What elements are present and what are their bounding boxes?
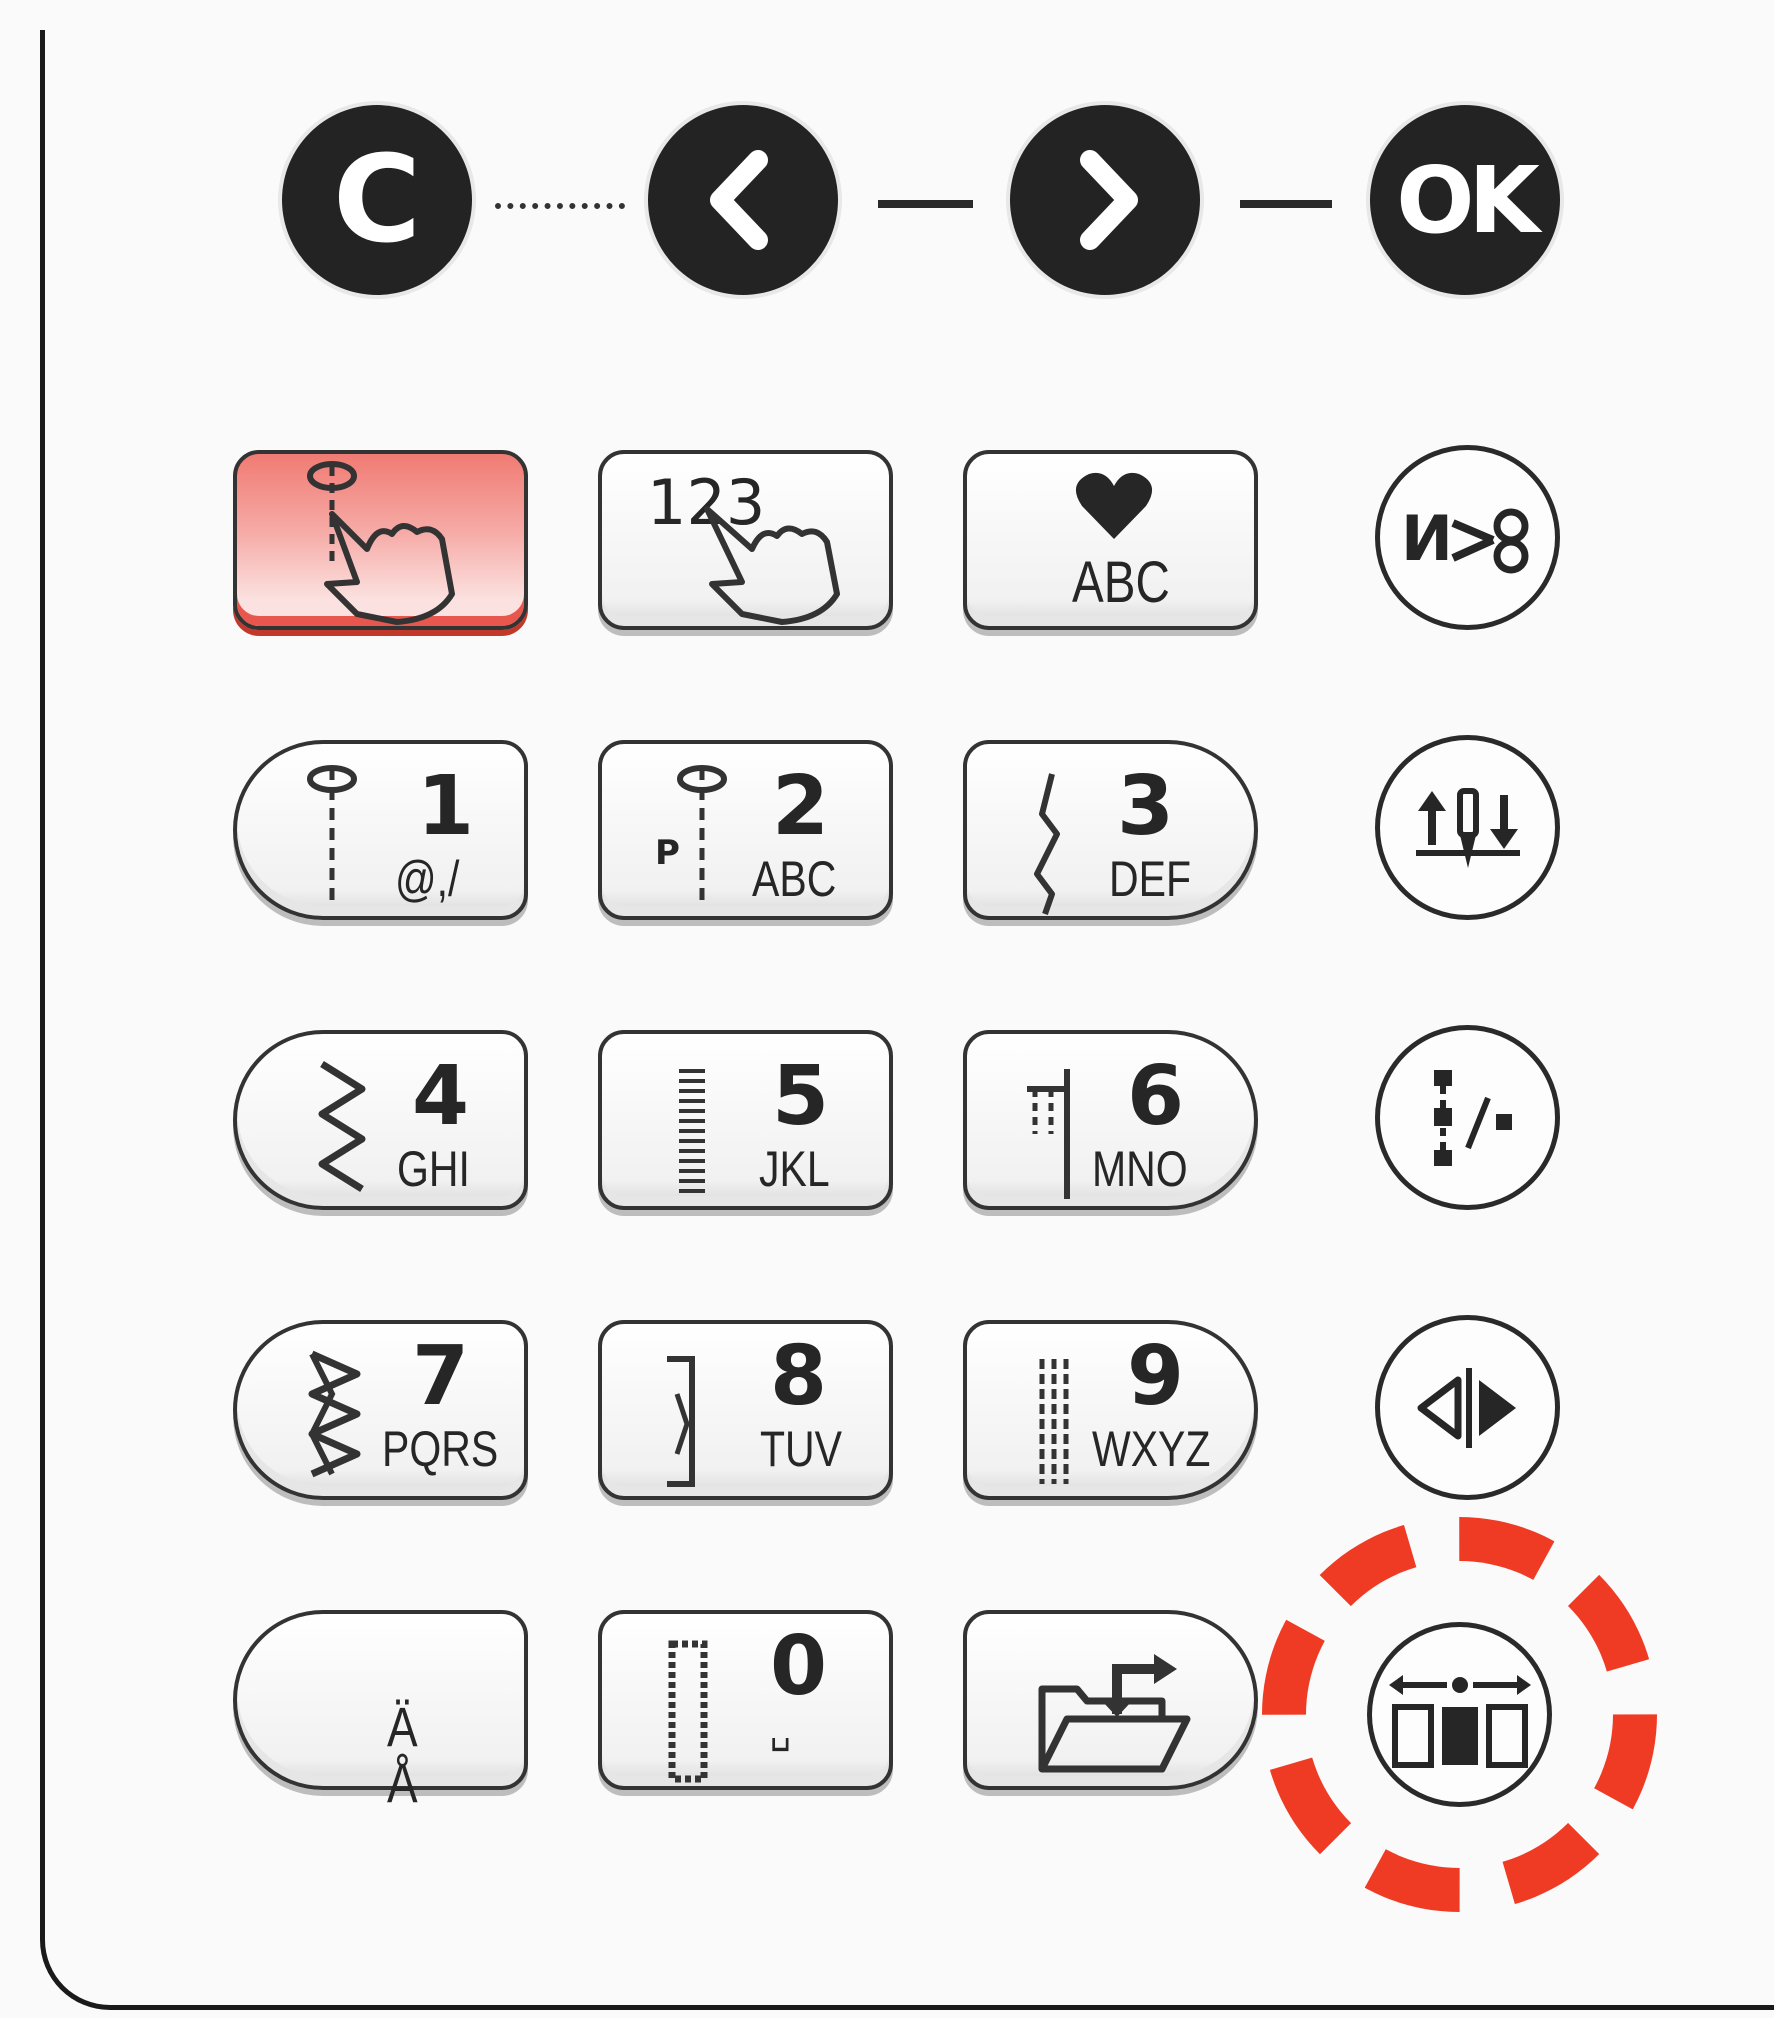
dotted-connector [495, 203, 625, 209]
key-letters: DEF [1109, 851, 1191, 907]
key-letters: TUV [760, 1421, 842, 1477]
dash-connector [1240, 200, 1332, 208]
tie-off-icon [1433, 1069, 1512, 1166]
previous-button[interactable] [648, 105, 838, 295]
clear-button[interactable]: C [282, 105, 472, 295]
key-7[interactable]: 7 PQRS [233, 1320, 528, 1500]
mirror-side-to-side-icon [1417, 1367, 1516, 1448]
hand-pointer-stitch-icon [307, 461, 455, 625]
svg-text:P: P [655, 833, 680, 873]
key-letters: ABC [752, 851, 837, 907]
key-3[interactable]: 3 DEF [963, 740, 1258, 920]
key-5[interactable]: 5 JKL [598, 1030, 893, 1210]
svg-text:И: И [1401, 502, 1453, 575]
stretch-stitch-icon [1034, 773, 1060, 915]
alphabet-button[interactable]: ABC [963, 450, 1258, 630]
key-digit: 8 [770, 1329, 828, 1424]
key-digit: 1 [417, 759, 475, 854]
quilt-stitch-icon [667, 1356, 695, 1487]
thread-cutter-button[interactable]: И [1375, 445, 1560, 630]
hand-pointer-icon [704, 506, 840, 625]
mirror-button[interactable] [1375, 1315, 1560, 1500]
key-letters: JKL [759, 1141, 830, 1197]
key-digit: 2 [772, 759, 830, 854]
zigzag-stitch-icon [318, 1061, 366, 1192]
chevron-right-icon [1080, 150, 1138, 250]
tie-off-button[interactable] [1375, 1025, 1560, 1210]
needle-up-down-icon [1415, 787, 1520, 868]
buttonhole-stitch-icon [668, 1640, 708, 1783]
stitch-selection-touch-button[interactable] [233, 450, 528, 630]
alphabet-label: ABC [1072, 550, 1170, 615]
chevron-left-icon [710, 150, 768, 250]
thread-cutter-icon: И [1401, 502, 1528, 575]
stitch-position-icon [1388, 1674, 1531, 1768]
key-1[interactable]: 1 @,/ [233, 740, 528, 920]
key-digit: 9 [1127, 1329, 1185, 1424]
next-button[interactable] [1010, 105, 1200, 295]
stitch-width-position-button[interactable] [1367, 1622, 1552, 1807]
key-digit: 5 [772, 1049, 830, 1144]
folder-load-icon [1038, 1654, 1191, 1773]
pfaff-needle-stitch-icon: P [655, 765, 727, 904]
dash-connector [878, 200, 973, 208]
satin-stitch-icon [679, 1069, 705, 1194]
triple-stitch-icon [1039, 1359, 1069, 1484]
key-letters: GHI [397, 1141, 470, 1197]
key-digit: 7 [412, 1329, 470, 1424]
ok-label: OK [1396, 146, 1539, 254]
key-8[interactable]: 8 TUV [598, 1320, 893, 1500]
stitch-number-touch-button[interactable]: 123 [598, 450, 893, 630]
needle-up-down-button[interactable] [1375, 735, 1560, 920]
load-folder-key[interactable] [963, 1610, 1258, 1790]
key-letters: PQRS [382, 1421, 499, 1477]
key-6[interactable]: 6 MNO [963, 1030, 1258, 1210]
key-digit: 4 [412, 1049, 470, 1144]
key-2[interactable]: P 2 ABC [598, 740, 893, 920]
key-digit: 0 [770, 1619, 828, 1714]
special-characters-label: Ä Å [387, 1695, 433, 1814]
special-characters-key[interactable]: Ä Å [233, 1610, 528, 1811]
key-9[interactable]: 9 WXYZ [963, 1320, 1258, 1500]
key-0[interactable]: 0 ␣ [598, 1610, 893, 1790]
space-symbol: ␣ [770, 1707, 791, 1751]
key-4[interactable]: 4 GHI [233, 1030, 528, 1210]
key-letters: MNO [1092, 1141, 1188, 1197]
key-letters: WXYZ [1092, 1421, 1211, 1477]
decorative-stitch-icon [308, 1350, 361, 1478]
ok-button[interactable]: OK [1370, 105, 1560, 295]
key-digit: 3 [1117, 759, 1175, 854]
key-letters: @,/ [395, 851, 460, 907]
straight-stitch-needle-icon [307, 765, 357, 904]
clear-label: C [332, 130, 422, 270]
key-digit: 6 [1127, 1049, 1185, 1144]
